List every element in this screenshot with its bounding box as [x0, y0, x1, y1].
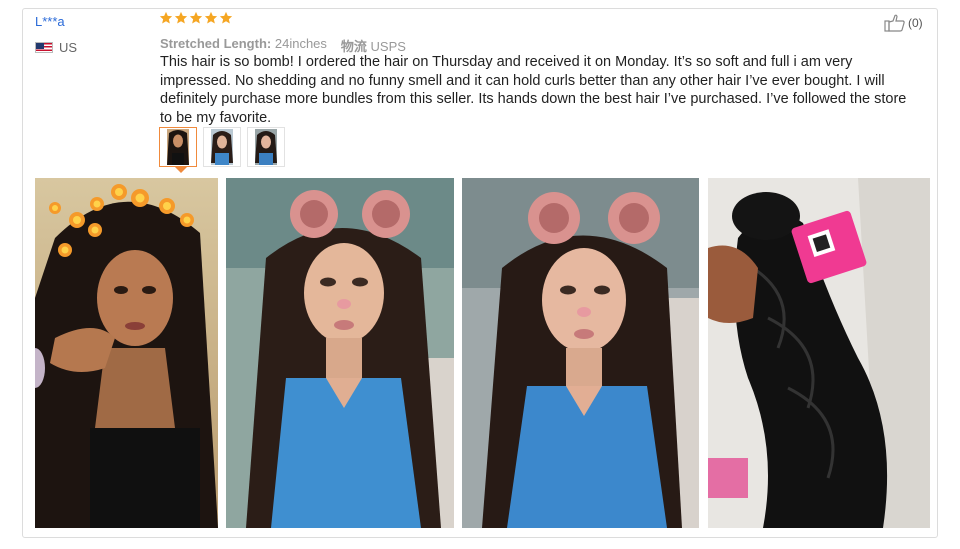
star-icon: [174, 11, 188, 24]
country-label: US: [59, 40, 78, 55]
shipping-value: USPS: [370, 39, 406, 54]
active-thumbnail-indicator: [175, 167, 187, 173]
review-photo-2[interactable]: [226, 178, 454, 528]
stretched-length-value: 24inches: [274, 36, 327, 51]
review-photo-3[interactable]: [462, 178, 699, 528]
thumbnail-1[interactable]: [159, 127, 197, 167]
star-rating: [159, 11, 233, 25]
us-flag-icon: [35, 42, 53, 53]
thumbnail-3[interactable]: [247, 127, 285, 167]
helpful-button[interactable]: (0): [884, 13, 923, 33]
stretched-length-label: Stretched Length:: [160, 36, 272, 51]
review-text: This hair is so bomb! I ordered the hair…: [160, 54, 907, 126]
thumbnail-image: [255, 129, 277, 165]
star-icon: [189, 11, 203, 24]
photo-thumbnails: [159, 127, 285, 167]
selfie-with-flame-filter-image: [35, 178, 218, 528]
selfie-with-bear-ears-filter-image: [226, 178, 454, 528]
review-photo-4[interactable]: [708, 178, 930, 528]
hair-bundle-with-pink-tag-image: [708, 178, 930, 528]
star-icon: [219, 11, 233, 24]
helpful-count: (0): [908, 16, 923, 30]
thumbnail-image: [211, 129, 233, 165]
car-selfie-with-bear-ears-filter-image: [462, 178, 699, 528]
star-icon: [159, 11, 173, 24]
thumbnail-image: [167, 129, 189, 165]
reviewer-country: US: [35, 40, 77, 55]
thumbnail-2[interactable]: [203, 127, 241, 167]
reviewer-name: L***a: [35, 14, 65, 29]
star-icon: [204, 11, 218, 24]
thumbs-up-icon: [884, 14, 905, 32]
review-photo-1[interactable]: [35, 178, 218, 528]
shipping-label: 物流: [340, 39, 367, 54]
